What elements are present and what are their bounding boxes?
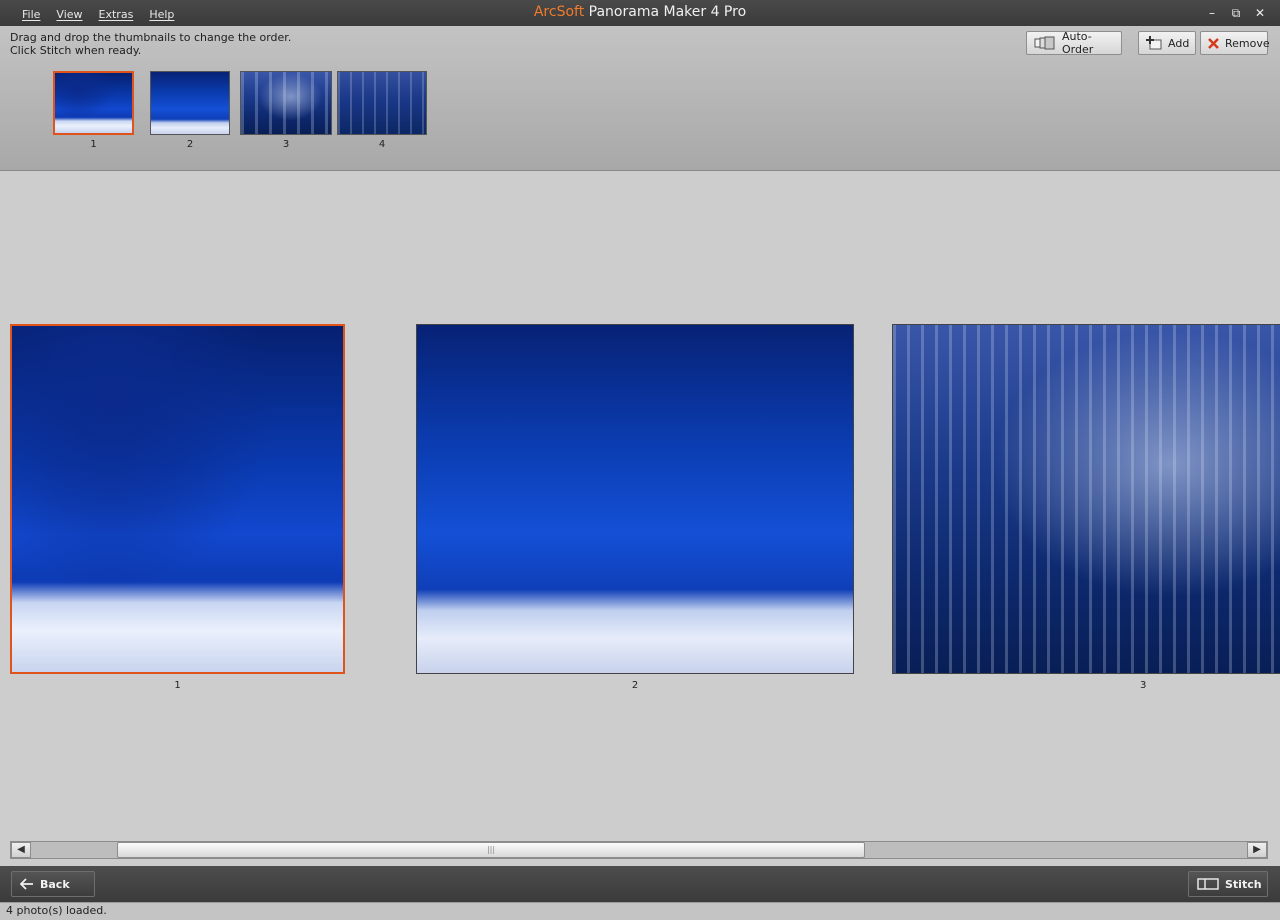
preview-image	[10, 324, 345, 674]
instruction-line-1: Drag and drop the thumbnails to change t…	[10, 31, 292, 44]
app-title-brand: ArcSoft	[533, 4, 585, 20]
thumbnail-image	[337, 71, 427, 135]
close-button[interactable]: ✕	[1248, 3, 1272, 23]
window-controls: – ⧉ ✕	[1200, 3, 1272, 23]
preview-photo-2[interactable]: 2	[416, 324, 854, 691]
restore-button[interactable]: ⧉	[1224, 3, 1248, 23]
back-button[interactable]: Back	[11, 871, 95, 897]
auto-order-icon	[1034, 36, 1056, 50]
remove-button[interactable]: Remove	[1200, 31, 1270, 55]
thumbnail-1[interactable]: 1	[53, 71, 134, 150]
thumbnail-3[interactable]: 3	[240, 71, 332, 150]
minimize-button[interactable]: –	[1200, 3, 1224, 23]
auto-order-button[interactable]: Auto-Order	[1026, 30, 1122, 56]
stitch-icon	[1197, 878, 1219, 890]
preview-image	[416, 324, 854, 674]
title-bar: File View Extras Help ArcSoft Panorama M…	[0, 0, 1280, 26]
thumbnail-number: 1	[90, 139, 97, 150]
preview-area: 1 2 3	[0, 171, 1280, 841]
thumbnail-panel: Drag and drop the thumbnails to change t…	[0, 26, 1280, 171]
instructions: Drag and drop the thumbnails to change t…	[10, 31, 291, 57]
stitch-button[interactable]: Stitch	[1188, 871, 1268, 897]
scroll-right-button[interactable]: ▶	[1247, 842, 1267, 858]
thumbnail-number: 4	[378, 139, 386, 150]
preview-number: 1	[174, 680, 181, 691]
scroll-thumb[interactable]: |||	[117, 842, 865, 858]
thumbnail-4[interactable]: 4	[337, 71, 427, 150]
preview-photo-1[interactable]: 1	[10, 324, 345, 691]
app-title: ArcSoft Panorama Maker 4 Pro	[0, 4, 1280, 20]
status-text: 4 photo(s) loaded.	[6, 904, 107, 917]
thumbnail-image	[53, 71, 134, 135]
remove-icon	[1208, 37, 1219, 49]
scroll-left-button[interactable]: ◀	[11, 842, 31, 858]
thumbnail-number: 2	[186, 139, 194, 150]
remove-label: Remove	[1225, 36, 1270, 50]
thumbnail-2[interactable]: 2	[150, 71, 230, 150]
preview-number: 2	[631, 680, 639, 691]
thumbnail-image	[150, 71, 230, 135]
add-icon	[1146, 36, 1162, 50]
preview-image	[892, 324, 1280, 674]
auto-order-label: Auto-Order	[1062, 30, 1094, 56]
stitch-label: Stitch	[1225, 877, 1262, 891]
back-label: Back	[40, 877, 70, 891]
horizontal-scrollbar[interactable]: ◀ ||| ▶	[10, 841, 1268, 859]
app-title-product: Panorama Maker 4 Pro	[588, 4, 747, 20]
bottom-bar: Back Stitch	[0, 866, 1280, 902]
arrow-left-icon	[20, 878, 34, 890]
preview-number: 3	[1140, 680, 1147, 691]
add-button[interactable]: Add	[1138, 31, 1196, 55]
status-bar: 4 photo(s) loaded.	[0, 902, 1280, 920]
instruction-line-2: Click Stitch when ready.	[10, 44, 142, 57]
thumbnail-number: 3	[282, 139, 290, 150]
thumbnail-image	[240, 71, 332, 135]
preview-photo-3[interactable]: 3	[892, 324, 1280, 691]
add-label: Add	[1168, 36, 1190, 50]
